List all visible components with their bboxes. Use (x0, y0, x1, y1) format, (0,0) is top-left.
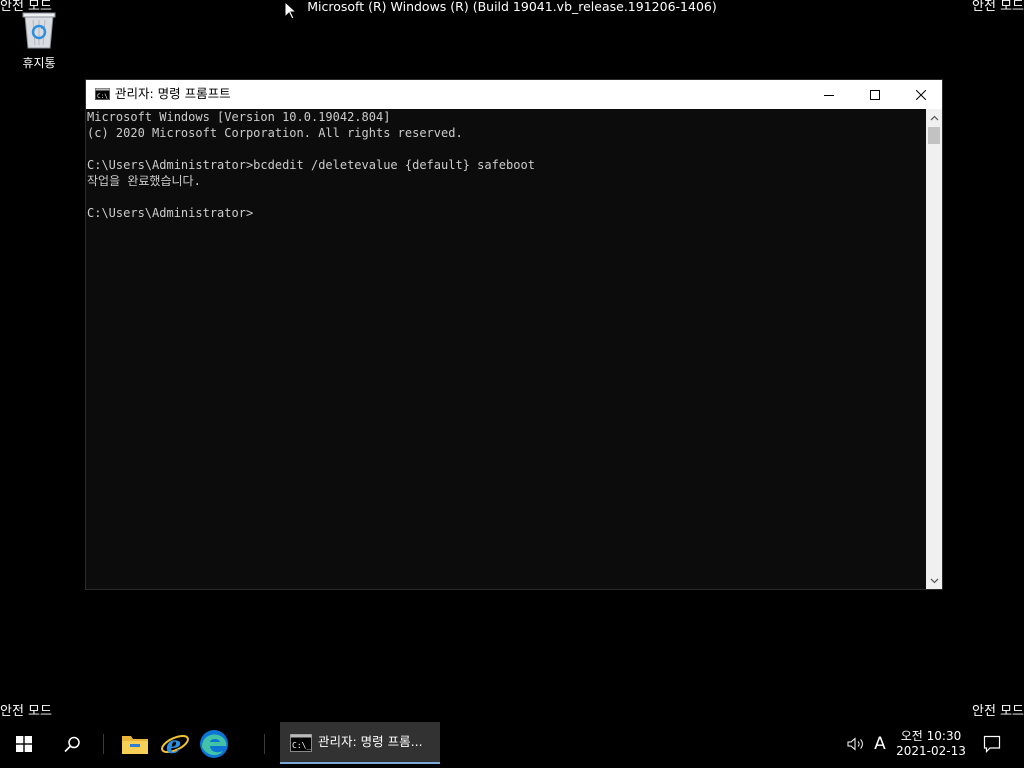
windows-logo-icon (16, 736, 32, 752)
notification-icon (983, 735, 1001, 753)
clock-time: 오전 10:30 (900, 729, 962, 743)
ime-indicator[interactable]: A (869, 720, 891, 768)
clock[interactable]: 오전 10:30 2021-02-13 (896, 729, 966, 759)
console-prompt-line: C:\Users\Administrator> (87, 206, 254, 220)
cmd-app-icon: C:\_ (290, 734, 312, 752)
minimize-button[interactable] (806, 80, 852, 109)
desktop-icon-recycle-bin[interactable]: 휴지통 (14, 8, 64, 71)
volume-icon (847, 737, 863, 751)
taskbar-item-command-prompt[interactable]: C:\_ 관리자: 명령 프롬... (280, 722, 440, 764)
taskbar: e C:\_ 관리자: 명령 프롬... A 오전 10:30 2021-02-… (0, 720, 1024, 768)
internet-explorer-button[interactable]: e (155, 720, 195, 768)
svg-text:C:\: C:\ (97, 93, 108, 100)
close-button[interactable] (898, 80, 944, 109)
console-line: Microsoft Windows [Version 10.0.19042.80… (87, 110, 391, 124)
chevron-up-icon (930, 115, 938, 120)
safe-mode-label-bottom-left: 안전 모드 (0, 704, 52, 719)
close-icon (916, 89, 926, 100)
cmd-app-icon: C:\ (95, 88, 110, 100)
window-titlebar[interactable]: C:\ 관리자: 명령 프롬프트 (86, 80, 942, 109)
taskbar-separator (264, 734, 265, 754)
desktop-icon-label: 휴지통 (22, 56, 56, 70)
maximize-icon (870, 89, 880, 100)
clock-date: 2021-02-13 (896, 744, 966, 758)
search-button[interactable] (48, 720, 96, 768)
taskbar-separator (103, 734, 104, 754)
console-line: (c) 2020 Microsoft Corporation. All righ… (87, 126, 463, 140)
mouse-pointer-icon (285, 2, 297, 20)
notification-button[interactable] (978, 720, 1006, 768)
edge-button[interactable] (194, 720, 234, 768)
chevron-down-icon (930, 578, 938, 583)
build-version-text: Microsoft (R) Windows (R) (Build 19041.v… (307, 0, 717, 14)
file-explorer-button[interactable] (115, 720, 155, 768)
search-icon (63, 736, 80, 752)
scrollbar-thumb[interactable] (928, 127, 940, 144)
svg-text:e: e (166, 730, 181, 759)
console-output[interactable]: Microsoft Windows [Version 10.0.19042.80… (86, 109, 926, 589)
scroll-down-button[interactable] (926, 572, 942, 589)
console-line: 작업을 완료했습니다. (87, 174, 201, 188)
window-title: 관리자: 명령 프롬프트 (115, 86, 231, 101)
maximize-button[interactable] (852, 80, 898, 109)
svg-text:C:\_: C:\_ (292, 741, 311, 750)
console-line: C:\Users\Administrator>bcdedit /deleteva… (87, 158, 535, 172)
file-explorer-icon (122, 736, 148, 754)
volume-button[interactable] (845, 720, 867, 768)
edge-icon (200, 730, 228, 758)
recycle-bin-icon (22, 12, 56, 49)
taskbar-item-label: 관리자: 명령 프롬... (318, 734, 423, 749)
vertical-scrollbar[interactable] (926, 109, 942, 589)
internet-explorer-icon: e (161, 730, 189, 759)
command-prompt-window: C:\ 관리자: 명령 프롬프트 Microsoft Windows [Vers… (85, 79, 943, 590)
safe-mode-label-bottom-right: 안전 모드 (972, 704, 1024, 719)
minimize-icon (824, 94, 834, 96)
scroll-up-button[interactable] (926, 109, 942, 126)
start-button[interactable] (0, 720, 48, 768)
